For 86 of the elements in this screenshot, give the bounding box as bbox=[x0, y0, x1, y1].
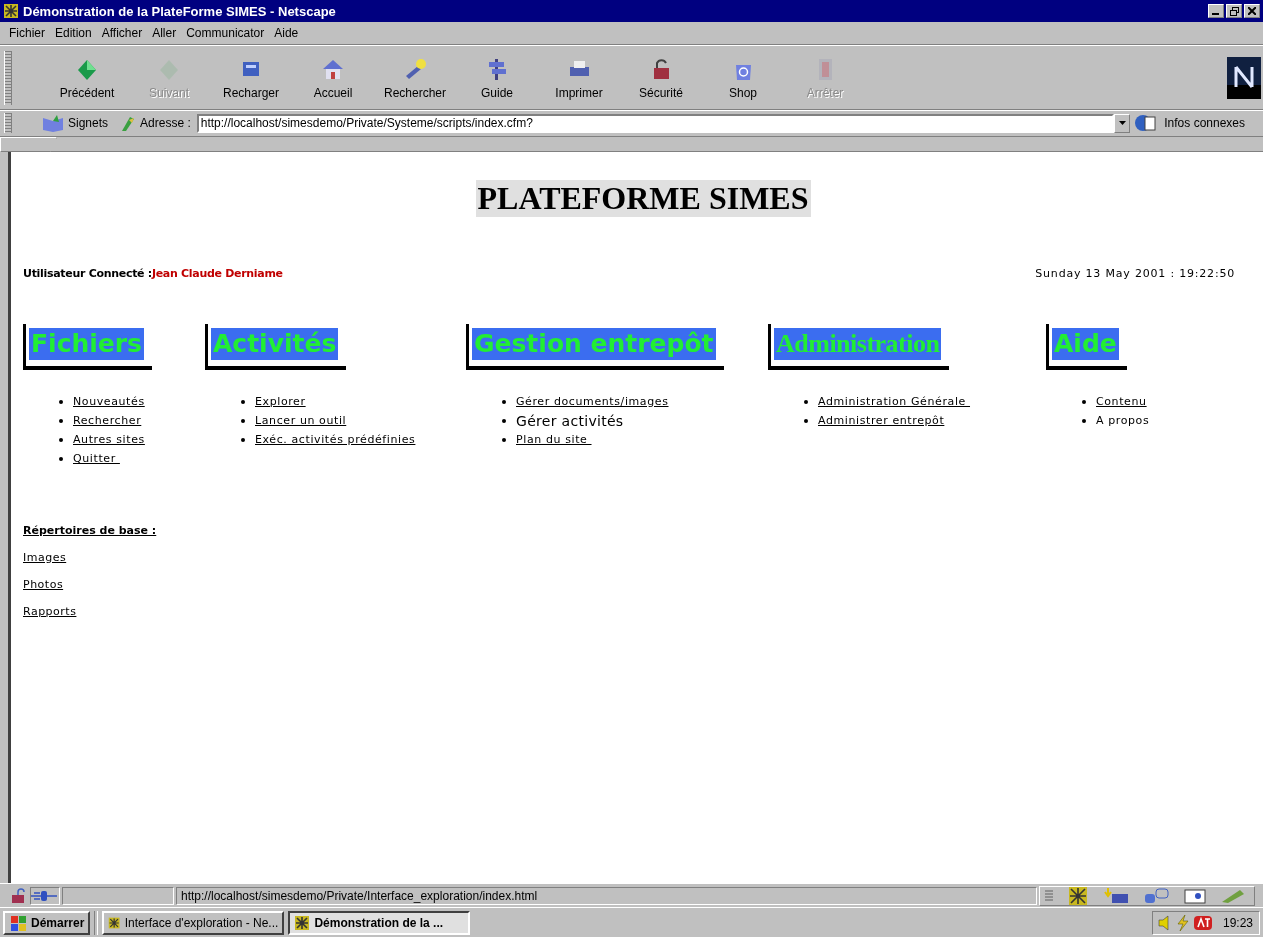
bullet-icon bbox=[59, 418, 63, 423]
address-field[interactable]: http://localhost/simesdemo/Private/Systeme/scripts/index.cfm? bbox=[196, 113, 1115, 133]
address-label: Adresse : bbox=[140, 116, 191, 130]
menu-link[interactable]: Explorer bbox=[255, 395, 306, 408]
menu-link[interactable]: Exéc. activités prédéfinies bbox=[255, 433, 416, 446]
close-button[interactable] bbox=[1244, 4, 1260, 18]
section-heading: Fichiers bbox=[29, 328, 144, 360]
directory-link[interactable]: Images bbox=[23, 551, 67, 564]
menu-link[interactable]: Rechercher bbox=[73, 414, 142, 427]
menu-link[interactable]: Gérer documents/images bbox=[516, 395, 669, 408]
section-heading: Gestion entrepôt bbox=[472, 328, 716, 360]
status-text: http://localhost/simesdemo/Private/Interface_exploration/index.html bbox=[176, 887, 1037, 905]
menu-link[interactable]: Quitter bbox=[73, 452, 120, 465]
directory-link[interactable]: Rapports bbox=[23, 605, 77, 618]
bookmark-folder-icon bbox=[42, 114, 64, 132]
toolbar-button[interactable]: Accueil bbox=[292, 54, 374, 102]
netscape-icon bbox=[294, 914, 311, 931]
bullet-icon bbox=[1082, 399, 1086, 404]
directories-title: Répertoires de base : bbox=[23, 524, 157, 537]
bullet-icon bbox=[241, 399, 245, 404]
user-name: Jean Claude Derniame bbox=[151, 267, 283, 280]
toolbar-button[interactable]: Shop bbox=[702, 54, 784, 102]
toolbar-button[interactable]: Recharger bbox=[210, 54, 292, 102]
section-heading: Activités bbox=[211, 328, 339, 360]
bookmarks-button[interactable]: Signets bbox=[68, 116, 109, 130]
dropdown-button[interactable] bbox=[1114, 113, 1131, 133]
menu-link[interactable]: Nouveautés bbox=[73, 395, 145, 408]
user-label: Utilisateur Connecté : bbox=[23, 267, 152, 280]
toolbar-button[interactable]: Imprimer bbox=[538, 54, 620, 102]
directory-link[interactable]: Photos bbox=[23, 578, 64, 591]
menu-item[interactable]: Aide bbox=[269, 26, 304, 40]
restore-button[interactable] bbox=[1226, 4, 1242, 18]
toolbar-grip[interactable] bbox=[4, 51, 12, 105]
toolbar-button[interactable]: Précédent bbox=[46, 54, 128, 102]
toolbar-button[interactable]: Guide bbox=[456, 54, 538, 102]
bullet-icon bbox=[59, 399, 63, 404]
page-heading: PLATEFORME SIMES bbox=[475, 180, 811, 217]
menu-item[interactable]: Afficher bbox=[96, 26, 148, 40]
bullet-icon bbox=[241, 437, 245, 442]
menu-link[interactable]: Lancer un outil bbox=[255, 414, 347, 427]
bullet-icon bbox=[241, 418, 245, 423]
menu-item[interactable]: Edition bbox=[50, 26, 97, 40]
netscape-logo-icon bbox=[1227, 57, 1261, 99]
netscape-icon bbox=[3, 3, 19, 19]
menu-item[interactable]: Fichier bbox=[4, 26, 50, 40]
bullet-icon bbox=[804, 399, 808, 404]
padlock-icon bbox=[10, 888, 28, 904]
menu-link[interactable]: Autres sites bbox=[73, 433, 145, 446]
start-button[interactable]: Démarrer bbox=[3, 910, 91, 935]
chat-bubbles-icon bbox=[1144, 888, 1170, 904]
toolbar-button[interactable]: Sécurité bbox=[620, 54, 702, 102]
menu-link[interactable]: Administration Générale bbox=[818, 395, 970, 408]
related-button[interactable]: Infos connexes bbox=[1164, 116, 1245, 130]
netscape-icon bbox=[1068, 886, 1088, 906]
taskbar-button[interactable]: Interface d'exploration - Ne... bbox=[102, 910, 285, 935]
minimize-button[interactable] bbox=[1208, 4, 1224, 18]
menu-text[interactable]: A propos bbox=[1096, 414, 1150, 427]
section-heading: Administration bbox=[774, 328, 942, 360]
lightning-icon bbox=[1174, 914, 1191, 931]
caret-down-icon bbox=[1118, 121, 1126, 125]
bullet-icon bbox=[502, 437, 506, 442]
grip-icon bbox=[1044, 889, 1054, 903]
restore-icon bbox=[1229, 6, 1239, 16]
bullet-icon bbox=[502, 418, 506, 423]
menu-text[interactable]: Gérer activités bbox=[516, 412, 624, 429]
bullet-icon bbox=[59, 456, 63, 461]
bullet-icon bbox=[59, 437, 63, 442]
clock: 19:23 bbox=[1222, 915, 1253, 930]
menu-link[interactable]: Contenu bbox=[1096, 395, 1147, 408]
bullet-icon bbox=[804, 418, 808, 423]
connection-plug-icon bbox=[31, 890, 57, 902]
menu-item[interactable]: Aller bbox=[147, 26, 182, 40]
windows-flag-icon bbox=[9, 914, 27, 931]
menu-link[interactable]: Plan du site bbox=[516, 433, 592, 446]
toolbar-collapse-tab[interactable] bbox=[0, 137, 57, 152]
toolbar-grip[interactable] bbox=[4, 113, 12, 133]
date-time: Sunday 13 May 2001 : 19:22:50 bbox=[1035, 267, 1235, 280]
bullet-icon bbox=[1082, 418, 1086, 423]
menu-link[interactable]: Administrer entrepôt bbox=[818, 414, 945, 427]
section-heading: Aide bbox=[1052, 328, 1119, 360]
close-icon bbox=[1248, 7, 1256, 15]
bullet-icon bbox=[502, 399, 506, 404]
window-title: Démonstration de la PlateForme SIMES - Netscape bbox=[23, 3, 337, 19]
taskbar-button[interactable]: Démonstration de la ... bbox=[288, 910, 471, 935]
menu-item[interactable]: Communicator bbox=[181, 26, 270, 40]
toolbar-button[interactable]: Rechercher bbox=[374, 54, 456, 102]
